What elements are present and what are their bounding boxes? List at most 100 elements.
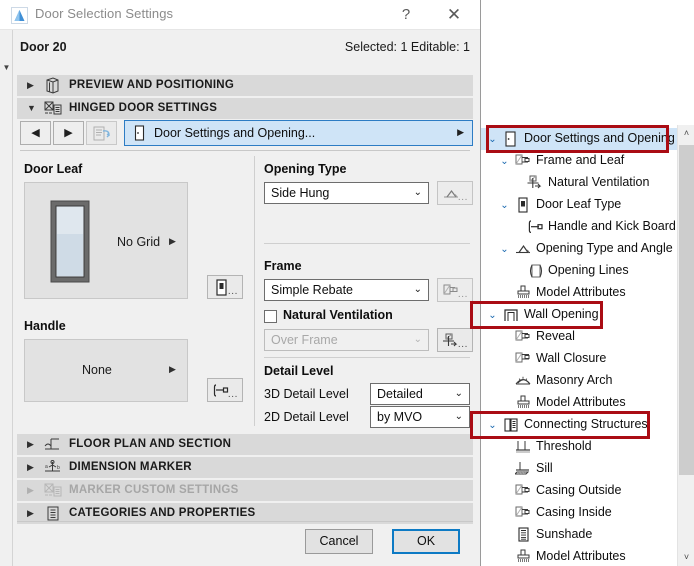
tree-item-sunshade[interactable]: Sunshade [481, 524, 677, 546]
reveal-icon [515, 329, 532, 346]
nav-forward-button[interactable]: ▶ [53, 121, 84, 145]
tree-item-model-attributes-3[interactable]: Model Attributes [481, 546, 677, 566]
help-button[interactable]: ? [384, 0, 428, 30]
current-page-tab[interactable]: Door Settings and Opening... ▶ [124, 120, 473, 146]
tree-item-casing-outside[interactable]: Casing Outside [481, 480, 677, 502]
model-attributes-icon [515, 549, 532, 566]
ok-button[interactable]: OK [392, 529, 460, 554]
tree-item-frame-and-leaf[interactable]: ⌄ Frame and Leaf [481, 150, 677, 172]
nav-back-button[interactable]: ◀ [20, 121, 51, 145]
tree-item-label: Wall Closure [536, 351, 607, 365]
door-selection-settings-dialog: ▼ Door Selection Settings ? ✕ Door 20 Se… [0, 0, 481, 566]
archicad-icon [11, 7, 28, 24]
tree-item-sill[interactable]: Sill [481, 458, 677, 480]
natural-ventilation-value: Over Frame [271, 333, 338, 347]
chevron-down-icon: ⌄ [413, 284, 422, 295]
dialog-left-edge-strip: ▼ [0, 25, 13, 566]
tree-item-label: Model Attributes [536, 395, 626, 409]
marker-custom-icon [43, 482, 62, 499]
frame-settings-dots: ... [457, 289, 468, 300]
tree-item-model-attributes-2[interactable]: Model Attributes [481, 392, 677, 414]
frame-select[interactable]: Simple Rebate ⌄ [264, 279, 429, 301]
section-header-floor-plan-and-section[interactable]: ▶ FLOOR PLAN AND SECTION [17, 434, 473, 455]
door-leaf-grid-arrow-icon[interactable]: ▶ [169, 236, 176, 247]
chevron-down-icon[interactable]: ⌄ [499, 244, 510, 255]
chevron-down-icon[interactable]: ⌄ [499, 200, 510, 211]
tree-item-label: Frame and Leaf [536, 153, 625, 167]
scroll-down-arrow-icon[interactable]: ˅ [678, 549, 694, 566]
opening-angle-icon [515, 241, 532, 258]
tree-item-door-settings-and-opening[interactable]: ⌄ Door Settings and Opening [481, 128, 677, 150]
jump-to-page-button[interactable] [86, 121, 117, 145]
natural-ventilation-settings-button[interactable]: ... [437, 328, 473, 352]
door-leaf-settings-button[interactable]: ... [207, 275, 243, 299]
tree-item-wall-opening[interactable]: ⌄ Wall Opening [481, 304, 677, 326]
chevron-down-icon[interactable]: ⌄ [487, 310, 498, 321]
tree-item-wall-closure[interactable]: Wall Closure [481, 348, 677, 370]
chevron-down-icon[interactable]: ⌄ [487, 420, 498, 431]
section-header-dimension-marker[interactable]: ▶ a b DIMENSION MARKER [17, 457, 473, 478]
tree-scrollbar[interactable]: ˄ ˅ [677, 125, 694, 566]
page-next-arrow-icon[interactable]: ▶ [457, 127, 464, 138]
door-settings-icon [503, 131, 520, 148]
chevron-down-icon: ⌄ [454, 411, 463, 422]
handle-value: None [82, 363, 112, 377]
frame-group-title: Frame [264, 259, 302, 273]
section-header-preview-and-positioning[interactable]: ▶ PREVIEW AND POSITIONING [17, 75, 473, 96]
tree-item-door-leaf-type[interactable]: ⌄ Door Leaf Type [481, 194, 677, 216]
hinged-door-icon [43, 100, 62, 117]
door-leaf-preview[interactable]: No Grid ▶ [24, 182, 188, 299]
chevron-down-icon[interactable]: ⌄ [499, 156, 510, 167]
tree-item-label: Threshold [536, 439, 592, 453]
natural-ventilation-checkbox[interactable] [264, 310, 277, 323]
model-attributes-icon [515, 285, 532, 302]
chevron-right-icon: ▶ [27, 80, 34, 90]
scroll-up-arrow-icon[interactable]: ˄ [678, 125, 694, 142]
tree-item-label: Reveal [536, 329, 575, 343]
tree-item-label: Masonry Arch [536, 373, 613, 387]
casing-inside-icon [515, 505, 532, 522]
handle-settings-button[interactable]: ... [207, 378, 243, 402]
frame-settings-button[interactable]: ... [437, 278, 473, 302]
right-column-divider-2 [264, 357, 470, 358]
section-header-hinged-door-settings[interactable]: ▼ HINGED DOOR SETTINGS [17, 98, 473, 119]
natural-ventilation-select[interactable]: Over Frame ⌄ [264, 329, 429, 351]
tree-item-opening-type-and-angle[interactable]: ⌄ Opening Type and Angle [481, 238, 677, 260]
frame-value: Simple Rebate [271, 283, 353, 297]
tree-item-connecting-structures[interactable]: ⌄ Connecting Structures [481, 414, 677, 436]
tree-item-handle-and-kick-board[interactable]: Handle and Kick Board [481, 216, 677, 238]
opening-type-settings-button[interactable]: ... [437, 181, 473, 205]
tree-item-label: Sill [536, 461, 553, 475]
tree-item-model-attributes-1[interactable]: Model Attributes [481, 282, 677, 304]
sunshade-icon [515, 527, 532, 544]
connecting-structures-icon [503, 417, 520, 434]
tree-item-label: Casing Outside [536, 483, 622, 497]
handle-group-title: Handle [24, 319, 66, 333]
preview-cube-icon [43, 77, 62, 94]
section-label: CATEGORIES AND PROPERTIES [69, 507, 256, 519]
opening-type-select[interactable]: Side Hung ⌄ [264, 182, 429, 204]
cancel-button[interactable]: Cancel [305, 529, 373, 554]
detail-3d-select[interactable]: Detailed ⌄ [370, 383, 470, 405]
scroll-down-arrow-icon[interactable]: ▼ [2, 63, 11, 72]
tree-item-reveal[interactable]: Reveal [481, 326, 677, 348]
handle-arrow-icon[interactable]: ▶ [169, 364, 176, 375]
tree-item-natural-ventilation[interactable]: Natural Ventilation [481, 172, 677, 194]
door-leaf-group-title: Door Leaf [24, 162, 83, 176]
tree-item-opening-lines[interactable]: Opening Lines [481, 260, 677, 282]
tree-scrollbar-thumb[interactable] [679, 145, 694, 475]
tree-item-label: Sunshade [536, 527, 593, 541]
detail-2d-select[interactable]: by MVO ⌄ [370, 406, 470, 428]
tree-item-threshold[interactable]: Threshold [481, 436, 677, 458]
wall-closure-icon [515, 351, 532, 368]
model-attributes-icon [515, 395, 532, 412]
close-button[interactable]: ✕ [432, 0, 476, 30]
section-label: HINGED DOOR SETTINGS [69, 102, 218, 114]
section-label: MARKER CUSTOM SETTINGS [69, 484, 239, 496]
section-label: PREVIEW AND POSITIONING [69, 79, 235, 91]
tree-item-casing-inside[interactable]: Casing Inside [481, 502, 677, 524]
handle-preview[interactable]: None ▶ [24, 339, 188, 402]
chevron-down-icon[interactable]: ⌄ [487, 134, 498, 145]
tree-item-masonry-arch[interactable]: Masonry Arch [481, 370, 677, 392]
section-label: FLOOR PLAN AND SECTION [69, 438, 232, 450]
